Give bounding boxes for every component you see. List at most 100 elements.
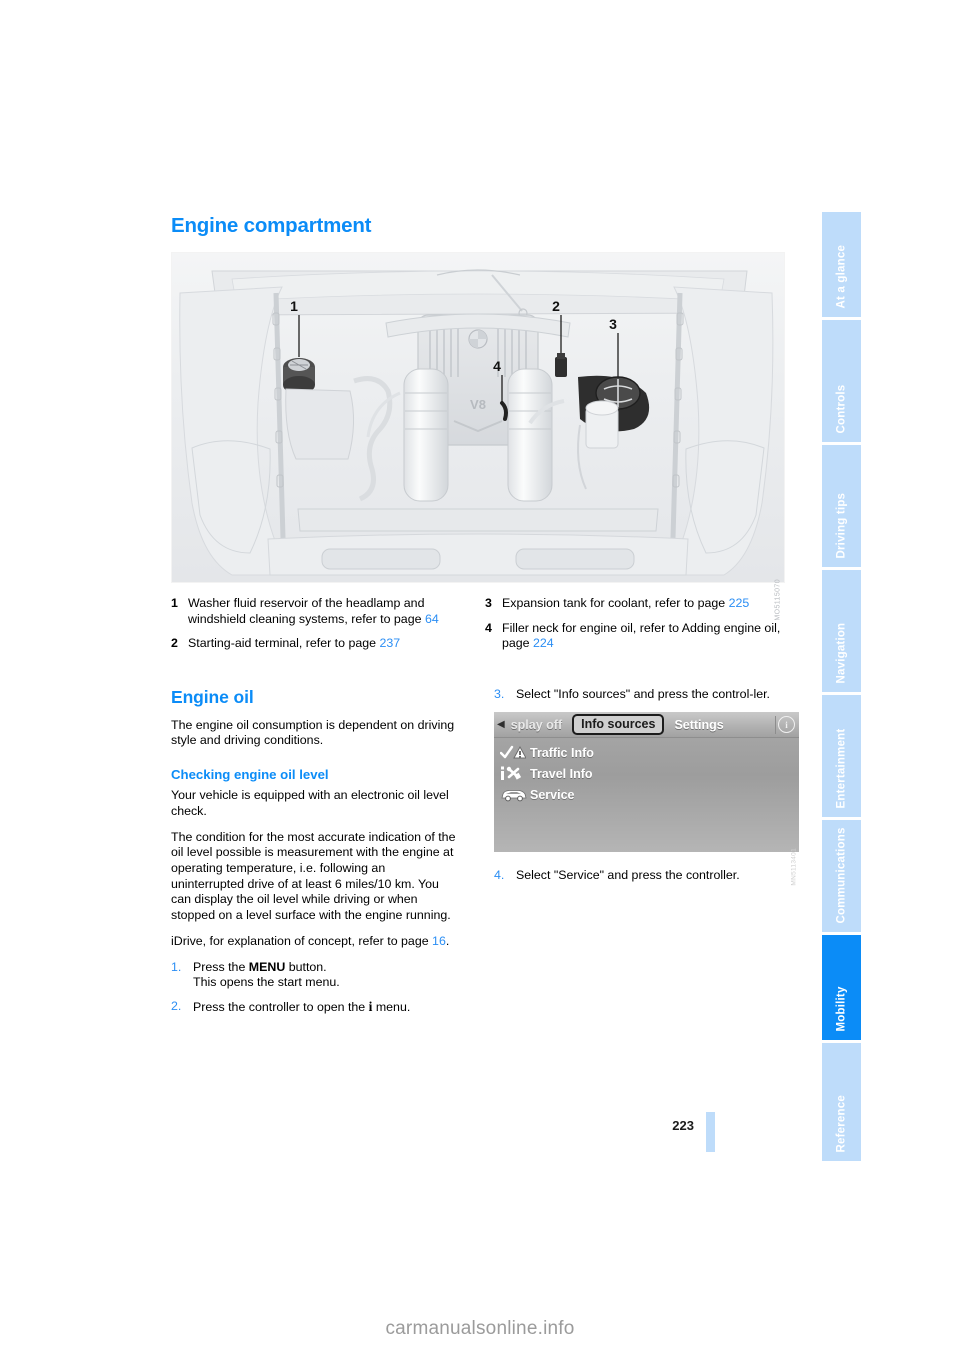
oil-check-steps-right: 3. Select "Info sources" and press the c… (494, 687, 799, 703)
screenshot-reference-code: MN5113401 (791, 848, 798, 887)
sidebar-tab-controls[interactable]: Controls (822, 320, 861, 442)
sidebar-tab-label: Navigation (834, 622, 847, 683)
sidebar-tab-label: Entertainment (834, 728, 847, 808)
step-item: 2. Press the controller to open the i me… (171, 999, 459, 1016)
legend-number: 4 (485, 620, 492, 635)
menu-button-label: MENU (248, 959, 286, 974)
step-item: 4. Select "Service" and press the contro… (494, 868, 799, 884)
sidebar-tab-label: Controls (834, 384, 847, 433)
idrive-menu-item-travel-info[interactable]: Travel Info (500, 763, 799, 784)
step-text-b: button. (285, 959, 327, 974)
sidebar-tab-navigation[interactable]: Navigation (822, 570, 861, 692)
sidebar-tab-at-a-glance[interactable]: At a glance (822, 212, 861, 317)
oil-check-steps-left: 1. Press the MENU button. This opens the… (171, 960, 459, 1016)
car-service-icon (500, 787, 530, 802)
step-text-a: Press the controller to open the (193, 999, 369, 1014)
legend-text-main: Washer fluid reservoir of the headlamp a… (188, 596, 425, 626)
checking-paragraph-2: The condition for the most accurate indi… (171, 829, 456, 923)
back-arrow-icon[interactable]: ◀ (497, 719, 505, 730)
body-columns: Engine oil The engine oil consumption is… (171, 687, 799, 1024)
idrive-display: ◀ splay off Info sources Settings i Traf… (494, 712, 799, 853)
page-reference-link[interactable]: 16 (432, 934, 446, 948)
legend-text: Washer fluid reservoir of the headlamp a… (188, 596, 485, 627)
step-text: Press the controller to open the i menu. (193, 999, 459, 1016)
step-number: 2. (171, 998, 182, 1013)
legend-text-main: Starting-aid terminal, refer to page (188, 636, 380, 651)
legend-text: Filler neck for engine oil, refer to Add… (502, 621, 799, 652)
step-text-a: Press the (193, 959, 249, 974)
idrive-menu-label: Service (530, 787, 575, 802)
sidebar-tab-reference[interactable]: Reference (822, 1043, 861, 1161)
idrive-tab-info-sources[interactable]: Info sources (572, 714, 665, 736)
idrive-tab-settings[interactable]: Settings (668, 718, 729, 732)
engine-compartment-figure: V8 1 2 3 4 MO5115070 (171, 252, 785, 621)
section-heading-engine-oil: Engine oil (171, 686, 254, 707)
info-badge-icon[interactable]: i (778, 716, 795, 734)
sidebar-tab-label: At a glance (834, 244, 847, 308)
idrive-menu-label: Traffic Info (530, 745, 594, 760)
svg-text:V8: V8 (470, 397, 486, 412)
idrive-menu-item-service[interactable]: Service (500, 784, 799, 805)
engine-compartment-photo: V8 1 2 3 4 (171, 252, 785, 583)
legend-number: 2 (171, 636, 178, 651)
idrive-screenshot: ◀ splay off Info sources Settings i Traf… (494, 712, 799, 886)
figure-legend-column-left: 1 Washer fluid reservoir of the headlamp… (171, 596, 485, 661)
idrive-menu-item-traffic-info[interactable]: Traffic Info (500, 742, 799, 763)
step-number: 4. (494, 868, 505, 883)
step-text-line2: This opens the start menu. (193, 975, 340, 990)
svg-text:3: 3 (609, 316, 617, 332)
figure-legend: 1 Washer fluid reservoir of the headlamp… (171, 596, 799, 661)
idrive-note-text: iDrive, for explanation of concept, refe… (171, 933, 433, 948)
step-text: Select "Service" and press the controlle… (516, 868, 740, 883)
idrive-top-bar: ◀ splay off Info sources Settings i (494, 712, 799, 739)
legend-number: 1 (171, 596, 178, 610)
manual-page: At a glance Controls Driving tips Naviga… (0, 0, 960, 1358)
travel-info-icon (500, 766, 530, 781)
page-number: 223 (672, 1118, 694, 1133)
engine-oil-intro: The engine oil consumption is dependent … (171, 717, 455, 748)
idrive-tab-display-off[interactable]: splay off (505, 718, 568, 732)
page-title: Engine compartment (171, 214, 372, 237)
page-reference-link[interactable]: 225 (729, 596, 750, 610)
legend-number: 3 (485, 596, 492, 610)
page-reference-link[interactable]: 224 (533, 636, 554, 650)
sidebar-tab-label: Driving tips (834, 492, 847, 558)
step-number: 1. (171, 959, 182, 974)
sidebar-tab-label: Communications (834, 826, 847, 923)
step-item: 1. Press the MENU button. This opens the… (171, 960, 459, 991)
legend-item: 1 Washer fluid reservoir of the headlamp… (171, 596, 485, 627)
page-reference-link[interactable]: 64 (425, 612, 439, 626)
figure-reference-code: MO5115070 (775, 579, 782, 621)
legend-item: 4 Filler neck for engine oil, refer to A… (485, 621, 799, 652)
sidebar-tab-communications[interactable]: Communications (822, 820, 861, 932)
idrive-note: iDrive, for explanation of concept, refe… (171, 934, 459, 950)
idrive-bar-right: i (773, 715, 795, 734)
checking-paragraph-1: Your vehicle is equipped with an electro… (171, 788, 449, 818)
sidebar-tab-label: Reference (834, 1094, 847, 1152)
bar-divider (775, 715, 776, 734)
legend-text-main: Expansion tank for coolant, refer to pag… (502, 596, 729, 610)
step-number: 3. (494, 686, 505, 701)
legend-item: 2 Starting-aid terminal, refer to page 2… (171, 636, 485, 652)
oil-check-steps-right-2: 4. Select "Service" and press the contro… (494, 868, 799, 884)
page-content: Engine compartment V8 1 2 3 4 MO5115070 … (171, 214, 799, 1024)
sidebar-tab-label: Mobility (834, 985, 847, 1031)
page-reference-link[interactable]: 237 (379, 636, 400, 650)
step-text: Press the MENU button. This opens the st… (193, 960, 459, 991)
svg-text:2: 2 (552, 298, 560, 314)
legend-text: Expansion tank for coolant, refer to pag… (502, 596, 799, 612)
svg-text:1: 1 (290, 298, 298, 314)
idrive-menu-label: Travel Info (530, 766, 593, 781)
body-column-left: Engine oil The engine oil consumption is… (171, 687, 485, 1024)
sidebar-tab-entertainment[interactable]: Entertainment (822, 695, 861, 817)
body-column-right: 3. Select "Info sources" and press the c… (485, 687, 799, 1024)
legend-text: Starting-aid terminal, refer to page 237 (188, 636, 485, 652)
step-text: Select "Info sources" and press the cont… (516, 686, 770, 701)
traffic-warning-icon (500, 745, 530, 760)
sidebar-tab-driving-tips[interactable]: Driving tips (822, 445, 861, 567)
sidebar-tab-mobility[interactable]: Mobility (822, 935, 861, 1040)
subsection-heading-checking-oil: Checking engine oil level (171, 767, 329, 783)
figure-legend-column-right: 3 Expansion tank for coolant, refer to p… (485, 596, 799, 661)
idrive-note-period: . (445, 933, 450, 948)
idrive-menu-list: Traffic Info Travel Info Service (494, 738, 799, 805)
